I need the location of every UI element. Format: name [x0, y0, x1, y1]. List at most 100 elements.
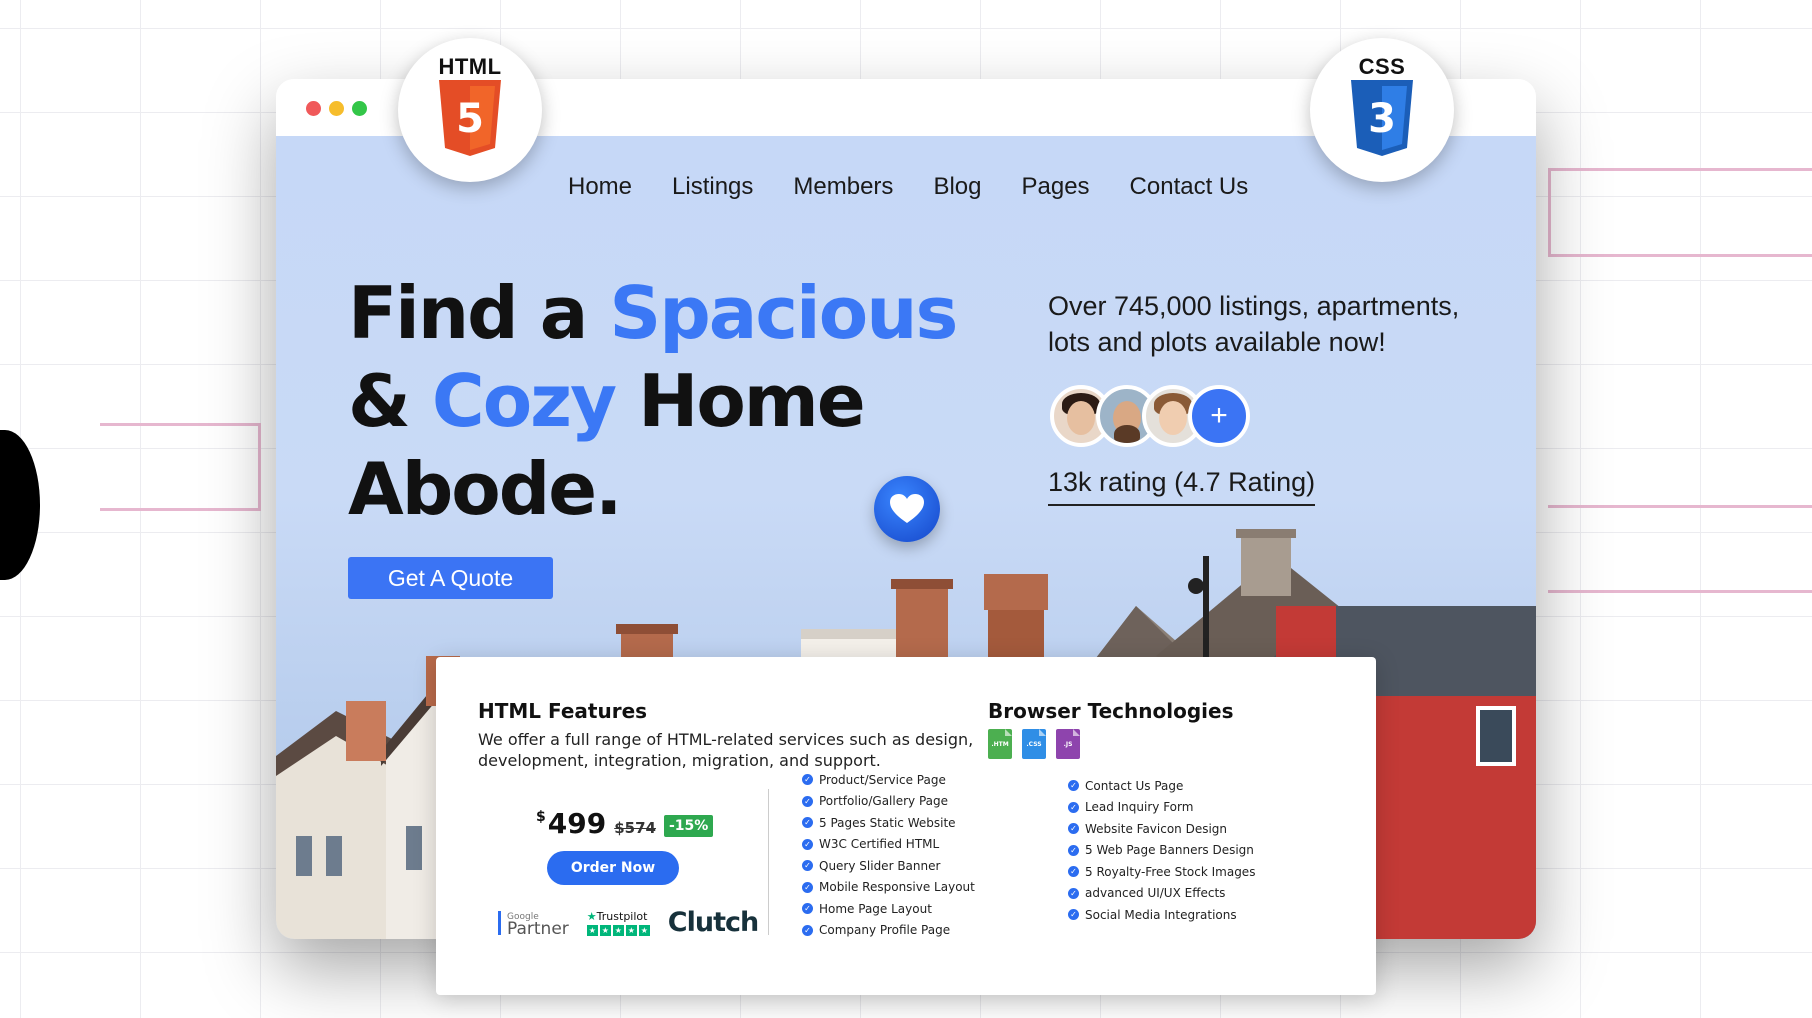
hero-text: Home: [615, 359, 866, 443]
feature-label: advanced UI/UX Effects: [1085, 886, 1226, 901]
price-currency: $: [536, 809, 546, 825]
feature-label: 5 Web Page Banners Design: [1085, 843, 1254, 858]
feature-label: 5 Royalty-Free Stock Images: [1085, 864, 1256, 879]
check-icon: ✓: [1068, 780, 1079, 792]
html5-badge-label: HTML: [438, 54, 502, 79]
nav-pages[interactable]: Pages: [1021, 173, 1089, 201]
css3-icon: 3: [1351, 80, 1413, 156]
decor-line: [1548, 254, 1812, 257]
check-icon: ✓: [802, 881, 813, 893]
get-quote-button[interactable]: Get A Quote: [348, 557, 553, 599]
partner-label: Partner: [507, 918, 569, 939]
nav-members[interactable]: Members: [793, 173, 893, 201]
feature-label: W3C Certified HTML: [819, 837, 940, 852]
price-block: $ 499 $574 -15%: [536, 807, 714, 840]
file-icon: .HTM: [988, 729, 1012, 759]
hero-highlight: Spacious: [609, 271, 958, 355]
decor-line: [100, 508, 260, 511]
css3-number: 3: [1368, 96, 1396, 142]
decor-line: [100, 423, 260, 426]
check-icon: ✓: [1068, 909, 1079, 921]
hero-text: Find a: [348, 271, 610, 355]
trustpilot-label: Trustpilot: [596, 909, 648, 923]
feature-item: ✓ Product/Service Page: [802, 769, 975, 791]
feature-item: ✓ Contact Us Page: [1068, 775, 1255, 797]
feature-item: ✓ W3C Certified HTML: [802, 834, 975, 856]
feature-item: ✓ advanced UI/UX Effects: [1068, 883, 1255, 905]
check-icon: ✓: [802, 795, 813, 807]
card-divider: [768, 789, 769, 935]
html5-number: 5: [456, 96, 484, 142]
check-icon: ✓: [1068, 866, 1079, 878]
feature-item: ✓ 5 Pages Static Website: [802, 812, 975, 834]
feature-label: Portfolio/Gallery Page: [819, 794, 949, 809]
decorative-blob: [0, 430, 40, 580]
decor-line: [1548, 590, 1812, 593]
feature-label: Home Page Layout: [819, 901, 932, 916]
feature-label: Query Slider Banner: [819, 858, 941, 873]
css3-badge: CSS 3: [1310, 38, 1454, 182]
features-list-right: ✓ Contact Us Page ✓ Lead Inquiry Form ✓ Websi…: [1068, 775, 1255, 926]
main-nav: Home Listings Members Blog Pages Contact…: [568, 173, 1248, 201]
feature-label: Company Profile Page: [819, 923, 951, 938]
check-icon: ✓: [802, 774, 813, 786]
feature-label: Contact Us Page: [1085, 778, 1184, 793]
feature-label: Website Favicon Design: [1085, 821, 1228, 836]
check-icon: ✓: [1068, 823, 1079, 835]
feature-label: Product/Service Page: [819, 772, 946, 787]
background-canvas: Home Listings Members Blog Pages Contact…: [0, 0, 1812, 1018]
order-now-button[interactable]: Order Now: [547, 851, 679, 885]
feature-item: ✓ Lead Inquiry Form: [1068, 797, 1255, 819]
feature-item: ✓ Mobile Responsive Layout: [802, 877, 975, 899]
decor-line: [1548, 168, 1551, 256]
feature-item: ✓ 5 Web Page Banners Design: [1068, 840, 1255, 862]
nav-home[interactable]: Home: [568, 173, 632, 201]
html5-badge: HTML 5: [398, 38, 542, 182]
check-icon: ✓: [802, 860, 813, 872]
feature-label: Mobile Responsive Layout: [819, 880, 975, 895]
feature-item: ✓ Query Slider Banner: [802, 855, 975, 877]
hero-text: Abode.: [348, 447, 622, 531]
listing-count-text: Over 745,000 listings, apartments, lots …: [1048, 291, 1460, 357]
check-icon: ✓: [1068, 844, 1079, 856]
check-icon: ✓: [802, 924, 813, 936]
check-icon: ✓: [1068, 887, 1079, 899]
close-dot[interactable]: [306, 101, 321, 116]
html5-icon: 5: [439, 80, 501, 156]
heart-icon[interactable]: [874, 476, 940, 542]
card-title: HTML Features: [478, 699, 648, 723]
price-amount: 499: [547, 807, 607, 840]
hero-highlight: Cozy: [431, 359, 617, 443]
tech-file-icons: .HTM .CSS .JS: [988, 729, 1080, 759]
partner-logos: Google Partner ★Trustpilot ★ ★ ★ ★ ★ Clutch: [498, 907, 759, 939]
card-description: We offer a full range of HTML-related se…: [478, 730, 974, 770]
feature-item: ✓ 5 Royalty-Free Stock Images: [1068, 861, 1255, 883]
decor-line: [258, 423, 261, 511]
feature-item: ✓ Website Favicon Design: [1068, 818, 1255, 840]
decor-line: [1548, 505, 1812, 508]
feature-card: HTML Features We offer a full range of H…: [436, 657, 1376, 995]
feature-label: Lead Inquiry Form: [1085, 800, 1194, 815]
trustpilot-star-icon: ★: [586, 909, 597, 923]
file-icon: .JS: [1056, 729, 1080, 759]
maximize-dot[interactable]: [352, 101, 367, 116]
clutch-logo: Clutch: [667, 907, 759, 938]
add-avatar-button[interactable]: +: [1188, 385, 1250, 447]
check-icon: ✓: [1068, 801, 1079, 813]
rating-text: 13k rating (4.7 Rating): [1048, 467, 1316, 506]
feature-item: ✓ Company Profile Page: [802, 920, 975, 942]
tech-title: Browser Technologies: [988, 699, 1234, 723]
nav-listings[interactable]: Listings: [672, 173, 753, 201]
css3-badge-label: CSS: [1358, 54, 1406, 79]
hero-text: &: [348, 359, 432, 443]
nav-blog[interactable]: Blog: [933, 173, 981, 201]
feature-label: 5 Pages Static Website: [819, 815, 956, 830]
features-list-left: ✓ Product/Service Page ✓ Portfolio/Gallery …: [802, 769, 975, 941]
nav-contact-us[interactable]: Contact Us: [1130, 173, 1249, 201]
decor-line: [1548, 168, 1812, 171]
feature-item: ✓ Home Page Layout: [802, 898, 975, 920]
trustpilot-stars: ★ ★ ★ ★ ★: [586, 924, 650, 936]
feature-item: ✓ Social Media Integrations: [1068, 904, 1255, 926]
google-partner-logo: Google Partner: [498, 910, 569, 939]
minimize-dot[interactable]: [329, 101, 344, 116]
